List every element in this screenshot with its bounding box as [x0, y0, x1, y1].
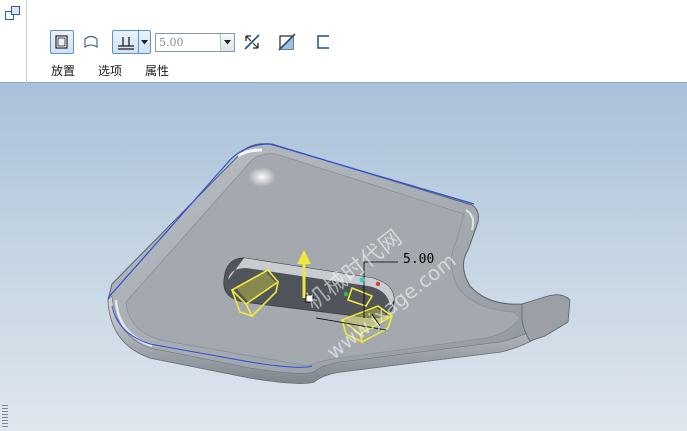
solid-thicken-icon: [55, 35, 68, 49]
tab-placement[interactable]: 放置: [51, 62, 75, 79]
chevron-down-icon: [224, 40, 231, 45]
thickness-mode-main[interactable]: [113, 31, 139, 53]
side-option-button[interactable]: [311, 30, 335, 54]
dashboard-side-strip: [0, 0, 27, 83]
tab-options[interactable]: 选项: [98, 62, 122, 79]
chevron-down-icon: [141, 39, 148, 44]
flip-direction-icon: [244, 34, 260, 50]
resize-grip[interactable]: [2, 405, 8, 429]
graphics-viewport[interactable]: 5.00 机械时代网 www.jxage.com: [0, 83, 687, 431]
thickness-mode-dropdown[interactable]: [139, 31, 150, 53]
flip-direction-button[interactable]: [240, 30, 264, 54]
offset-thickness-icon: [117, 37, 134, 50]
thickness-value-input[interactable]: 5.00: [155, 33, 235, 52]
side-option-icon: [317, 35, 329, 49]
solid-button[interactable]: [50, 30, 74, 54]
remove-material-button[interactable]: [275, 30, 299, 54]
surface-icon: [84, 35, 98, 49]
feature-dashboard: 5.00 放置 选项 属性: [0, 0, 687, 83]
surface-button[interactable]: [79, 30, 103, 54]
thickness-value-text[interactable]: 5.00: [156, 34, 220, 51]
thickness-mode-button[interactable]: [112, 30, 151, 54]
remove-material-icon: [278, 33, 296, 51]
feature-dashboard-icon[interactable]: [4, 4, 22, 22]
thickness-value-dropdown[interactable]: [220, 34, 234, 51]
tab-properties[interactable]: 属性: [145, 62, 169, 79]
